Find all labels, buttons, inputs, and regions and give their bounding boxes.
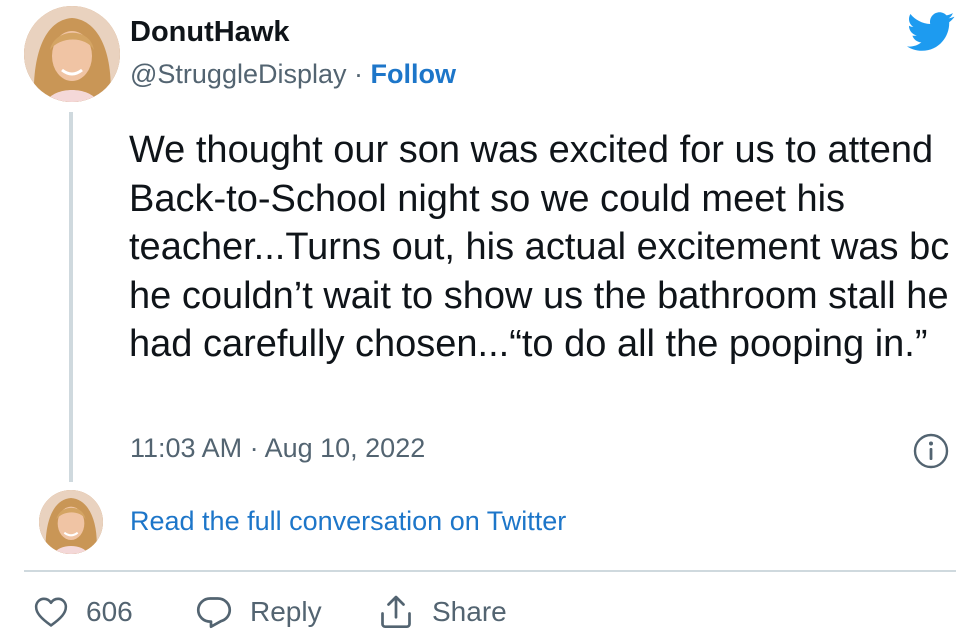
divider [24,570,956,572]
conversation-avatar[interactable] [39,490,103,554]
share-label: Share [432,596,507,627]
info-icon[interactable] [913,433,949,469]
author-display-name[interactable]: DonutHawk [130,16,290,49]
speech-bubble-icon [196,597,232,629]
read-full-conversation-link[interactable]: Read the full conversation on Twitter [130,506,566,537]
share-button[interactable]: Share [378,590,507,634]
reply-label: Reply [250,596,322,627]
avatar-photo [24,6,120,102]
handle-separator: · [346,59,371,89]
share-icon [381,595,411,629]
author-handle-line: @StruggleDisplay · Follow [130,59,456,90]
author-handle[interactable]: @StruggleDisplay [130,59,347,89]
heart-icon [34,597,68,627]
author-avatar[interactable] [24,6,120,102]
reply-button[interactable]: Reply [196,590,322,634]
tweet-text: We thought our son was excited for us to… [129,129,950,365]
thread-line [69,112,73,482]
like-button[interactable]: 606 [34,590,133,634]
tweet-timestamp[interactable]: 11:03 AM · Aug 10, 2022 [130,433,425,464]
like-count: 606 [86,596,133,627]
avatar-photo-small [39,490,103,554]
follow-button[interactable]: Follow [371,59,456,89]
twitter-bird-icon[interactable] [906,12,956,52]
